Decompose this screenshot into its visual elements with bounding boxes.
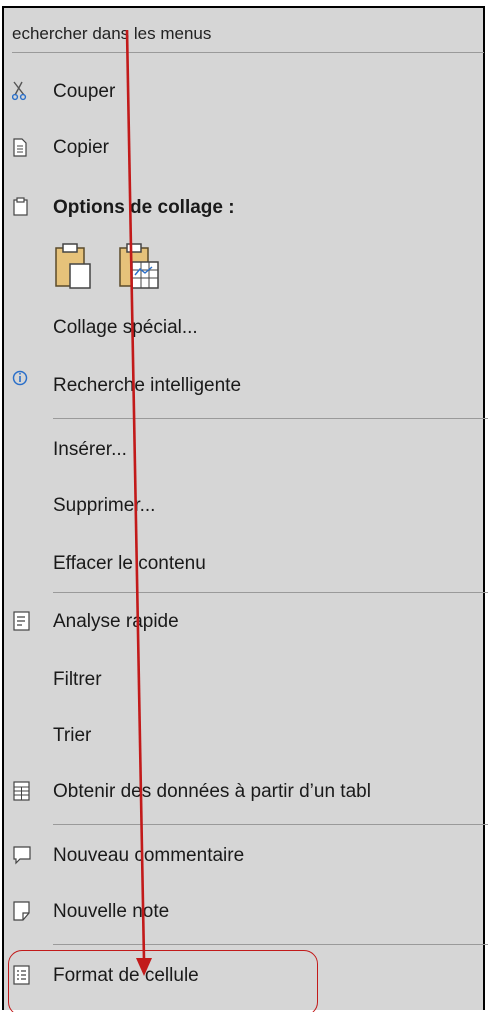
menu-item-label: Filtrer <box>53 669 102 690</box>
divider <box>12 52 484 53</box>
menu-item-sort[interactable]: Trier <box>12 714 488 758</box>
divider <box>53 592 488 593</box>
menu-item-filter[interactable]: Filtrer <box>12 658 488 702</box>
search-menus-input[interactable]: echercher dans les menus <box>12 16 482 52</box>
menu-item-quick-analysis[interactable]: Analyse rapide <box>12 600 488 644</box>
menu-item-copy[interactable]: Copier <box>12 126 488 170</box>
menu-item-paste-special[interactable]: Collage spécial... <box>12 306 488 350</box>
comment-icon <box>12 844 34 866</box>
menu-item-label: Collage spécial... <box>53 317 198 338</box>
clipboard-icon <box>12 196 34 218</box>
menu-item-label: Trier <box>53 725 92 746</box>
menu-section-label: Options de collage : <box>53 197 235 218</box>
menu-item-cut[interactable]: Couper <box>11 70 488 114</box>
menu-item-new-note[interactable]: Nouvelle note <box>12 890 488 934</box>
menu-item-label: Effacer le contenu <box>53 553 206 574</box>
menu-item-label: Nouvelle note <box>53 901 170 922</box>
info-icon <box>12 370 34 392</box>
paste-formatting-icon[interactable] <box>118 242 166 290</box>
menu-item-smart-lookup[interactable]: Recherche intelligente <box>12 364 488 408</box>
copy-icon <box>12 136 34 158</box>
paste-options-row <box>54 242 174 292</box>
divider <box>53 824 488 825</box>
menu-item-label: Copier <box>53 137 109 158</box>
menu-item-insert[interactable]: Insérer... <box>12 428 488 472</box>
menu-item-label: Couper <box>53 81 116 102</box>
menu-item-label: Nouveau commentaire <box>53 845 245 866</box>
menu-item-new-comment[interactable]: Nouveau commentaire <box>12 834 488 878</box>
scissors-icon <box>11 80 34 102</box>
menu-item-label: Insérer... <box>53 439 127 460</box>
note-icon <box>12 900 34 922</box>
menu-item-label: Analyse rapide <box>53 611 179 632</box>
screenshot: echercher dans les menus Couper Copier O… <box>0 0 488 1012</box>
menu-item-delete[interactable]: Supprimer... <box>12 484 488 528</box>
menu-item-clear-contents[interactable]: Effacer le contenu <box>12 542 488 586</box>
divider <box>53 418 488 419</box>
highlight-box <box>8 950 318 1012</box>
quick-analysis-icon <box>12 610 34 632</box>
menu-item-label: Obtenir des données à partir d’un tabl <box>53 781 371 802</box>
menu-item-get-data[interactable]: Obtenir des données à partir d’un tabl <box>12 770 488 814</box>
paste-icon[interactable] <box>54 242 94 290</box>
divider <box>53 944 488 945</box>
menu-item-label: Supprimer... <box>53 495 156 516</box>
menu-section-paste-options: Options de collage : <box>12 186 488 230</box>
menu-item-label: Recherche intelligente <box>53 375 242 396</box>
table-icon <box>12 780 34 802</box>
